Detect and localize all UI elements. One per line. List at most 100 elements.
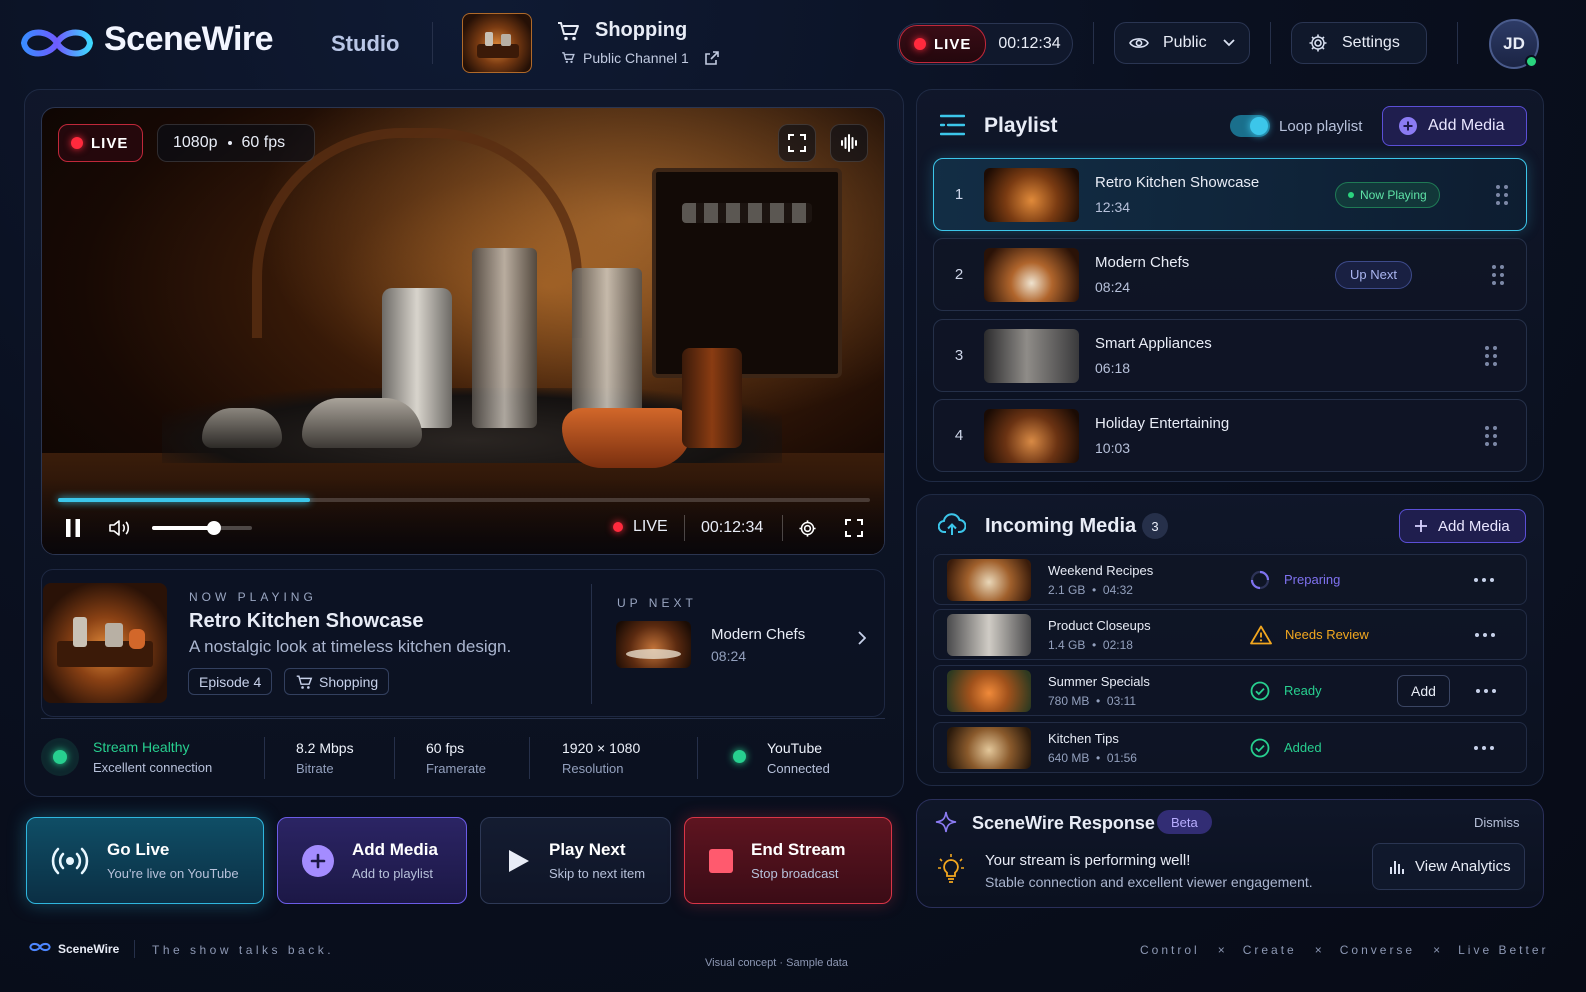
volume-knob[interactable] <box>207 521 221 535</box>
go-live-button[interactable]: Go Live You're live on YouTube <box>26 817 264 904</box>
player-settings-button[interactable] <box>798 519 817 538</box>
divider <box>394 737 395 779</box>
loop-toggle[interactable] <box>1230 115 1270 137</box>
incoming-item[interactable]: Weekend Recipes 2.1 GB • 04:32 Preparing <box>933 554 1527 605</box>
playlist-item[interactable]: 4 Holiday Entertaining 10:03 <box>933 399 1527 472</box>
divider <box>591 584 592 704</box>
visibility-dropdown[interactable]: Public <box>1114 22 1250 64</box>
up-next-chevron-icon[interactable] <box>857 631 866 645</box>
play-icon <box>509 849 529 872</box>
gear-icon <box>1308 33 1328 53</box>
settings-button[interactable]: Settings <box>1291 22 1427 64</box>
playlist-item-duration: 08:24 <box>1095 279 1131 295</box>
video-controls <box>42 478 884 554</box>
eye-icon <box>1129 36 1149 50</box>
focus-frame-icon <box>788 134 806 152</box>
live-badge: LIVE <box>899 25 987 63</box>
add-media-action-button[interactable]: Add Media Add to playlist <box>277 817 467 904</box>
fullscreen-button[interactable] <box>845 519 863 537</box>
view-analytics-button[interactable]: View Analytics <box>1372 843 1525 890</box>
view-analytics-label: View Analytics <box>1415 858 1511 875</box>
volume-slider[interactable] <box>152 521 252 535</box>
brand-name: SceneWire <box>104 20 274 58</box>
play-next-button[interactable]: Play Next Skip to next item <box>480 817 671 904</box>
volume-button[interactable] <box>109 519 131 537</box>
more-options-icon[interactable] <box>1475 632 1495 637</box>
check-circle-icon <box>1250 681 1270 700</box>
quality-resolution: 1080p <box>173 134 218 151</box>
response-title: SceneWire Response <box>972 813 1155 833</box>
pause-button[interactable] <box>65 519 81 537</box>
category-tag-label: Shopping <box>319 673 379 690</box>
channel-thumbnail[interactable] <box>462 13 532 73</box>
incoming-add-media-button[interactable]: Add Media <box>1399 509 1526 543</box>
focus-button[interactable] <box>778 124 816 162</box>
volume-fill <box>152 526 214 530</box>
incoming-item-status: Ready <box>1284 683 1322 698</box>
footer-separator: × <box>1314 943 1322 957</box>
up-next-thumbnail[interactable] <box>616 621 691 668</box>
incoming-item[interactable]: Kitchen Tips 640 MB • 01:56 Added <box>933 722 1527 773</box>
divider <box>1270 22 1271 64</box>
add-media-title: Add Media <box>352 840 438 859</box>
dismiss-button[interactable]: Dismiss <box>1474 815 1520 830</box>
footer-values: Control × Create × Converse × Live Bette… <box>1140 943 1549 957</box>
incoming-add-label: Add Media <box>1438 517 1510 535</box>
platform-stat: YouTube Connected <box>767 740 830 776</box>
gear-icon <box>799 520 816 537</box>
more-options-icon[interactable] <box>1476 688 1496 693</box>
video-player[interactable]: LIVE 1080p 60 fps LIVE 00:12:34 <box>41 107 885 555</box>
dot-separator <box>227 141 232 145</box>
footer-value-control: Control <box>1140 943 1200 957</box>
chevron-down-icon <box>1222 39 1235 47</box>
footer-separator: × <box>1217 943 1225 957</box>
more-options-icon[interactable] <box>1474 577 1494 582</box>
incoming-add-item-button[interactable]: Add <box>1397 674 1450 707</box>
drag-handle-icon[interactable] <box>1485 345 1497 366</box>
end-stream-button[interactable]: End Stream Stop broadcast <box>684 817 892 904</box>
playlist-item-thumbnail <box>984 247 1079 302</box>
cloud-upload-icon <box>938 513 966 537</box>
more-options-icon[interactable] <box>1474 745 1494 750</box>
live-dot <box>71 137 83 149</box>
audio-waveform-button[interactable] <box>830 124 868 162</box>
drag-handle-icon[interactable] <box>1491 264 1504 285</box>
incoming-item[interactable]: Product Closeups 1.4 GB • 02:18 Needs Re… <box>933 609 1527 660</box>
incoming-item-title: Summer Specials <box>1048 673 1150 689</box>
playlist-item-title: Retro Kitchen Showcase <box>1095 174 1260 191</box>
playlist-item[interactable]: 2 Modern Chefs 08:24 Up Next <box>933 238 1527 311</box>
playlist-item-number: 4 <box>954 427 964 444</box>
framerate-stat: 60 fps Framerate <box>426 740 486 776</box>
playlist-item[interactable]: 1 Retro Kitchen Showcase 12:34 Now Playi… <box>933 158 1527 231</box>
drag-handle-icon[interactable] <box>1495 184 1508 205</box>
play-next-title: Play Next <box>549 840 626 859</box>
app-logo <box>16 24 98 62</box>
playlist-title: Playlist <box>984 114 1058 137</box>
playlist-add-media-button[interactable]: Add Media <box>1382 106 1527 146</box>
health-title: Stream Healthy <box>93 739 190 755</box>
quality-badge: 1080p 60 fps <box>157 124 315 162</box>
cart-icon <box>296 674 313 689</box>
controls-live-label: LIVE <box>633 518 668 535</box>
playlist-add-label: Add Media <box>1428 117 1505 134</box>
incoming-item[interactable]: Summer Specials 780 MB • 03:11 Ready Add <box>933 665 1527 716</box>
drag-handle-icon[interactable] <box>1485 425 1497 446</box>
footer-note: Visual concept · Sample data <box>705 957 848 969</box>
progress-fill <box>58 498 310 502</box>
progress-track[interactable] <box>58 498 870 502</box>
video-live-label: LIVE <box>91 134 129 152</box>
external-link-icon[interactable] <box>704 50 720 66</box>
list-icon <box>940 114 965 136</box>
incoming-item-thumbnail <box>947 726 1031 769</box>
framerate-value: 60 fps <box>426 740 465 756</box>
health-subtitle: Excellent connection <box>93 760 213 775</box>
platform-label: Connected <box>767 761 830 776</box>
up-next-badge-label: Up Next <box>1350 267 1397 282</box>
live-dot <box>613 522 623 532</box>
playlist-item[interactable]: 3 Smart Appliances 06:18 <box>933 319 1527 392</box>
loading-spinner-icon <box>1250 570 1270 589</box>
loop-label: Loop playlist <box>1279 118 1363 135</box>
controls-live-indicator: LIVE <box>613 518 668 536</box>
divider <box>134 940 135 958</box>
live-timer: 00:12:34 <box>998 35 1061 52</box>
